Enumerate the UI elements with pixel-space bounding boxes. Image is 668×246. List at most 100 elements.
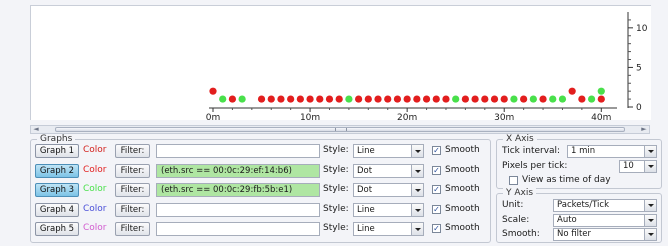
data-point [345,95,353,103]
filter-button[interactable]: Filter: [115,163,150,178]
io-graph-window: 0m 10m 20m 30m 40m 0 5 10 ◄ ► Graphs Graph 1 Co… [0,0,668,246]
scale-label: Scale: [502,215,530,225]
graph-color-label[interactable]: Color [83,184,107,194]
data-point [520,95,528,103]
style-select[interactable]: Dot [353,183,424,197]
plot-svg: 0m 10m 20m 30m 40m 0 5 10 [206,12,648,120]
filter-input[interactable] [156,144,320,158]
style-label: Style: [323,203,349,214]
smooth-label: Smooth [445,164,480,175]
filter-button[interactable]: Filter: [115,183,150,197]
filter-input[interactable] [156,222,320,236]
graph-color-label[interactable]: Color [83,145,107,155]
y-tick-label: 10 [636,24,648,34]
graph-color-label[interactable]: Color [83,204,107,214]
data-point [209,87,217,95]
data-point [510,95,518,103]
data-point [539,95,547,103]
data-point [597,87,605,95]
filter-input[interactable]: (eth.src == 00:0c:29:ef:14:b6) [156,163,320,178]
style-value: Line [357,224,375,234]
data-point [597,95,605,103]
data-point [432,95,440,103]
unit-select[interactable]: Packets/Tick [553,199,657,212]
graph-toggle-button[interactable]: Graph 3 [35,183,79,197]
x-tick-label: 20m [397,113,417,120]
view-as-time-checkbox[interactable] [509,176,518,185]
smooth-label: Smooth [445,184,480,194]
graph-toggle-button[interactable]: Graph 5 [35,222,79,236]
data-point [277,95,285,103]
data-point [578,95,586,103]
x-axis-group: X Axis Tick interval: 1 min Pixels per t… [496,134,662,189]
data-point [296,95,304,103]
unit-value: Packets/Tick [557,200,609,210]
scrollbar-thumb[interactable] [55,127,625,132]
filter-button[interactable]: Filter: [115,202,150,217]
chevron-down-icon [644,161,656,172]
scale-select[interactable]: Auto [553,214,657,227]
data-point [257,95,266,103]
graph-toggle-button[interactable]: Graph 1 [35,144,79,158]
graphs-group-title: Graphs [37,134,76,144]
smooth-label: Smooth [445,203,480,214]
data-point [452,95,460,103]
horizontal-scrollbar[interactable]: ◄ ► [30,125,650,134]
style-select[interactable]: Dot [353,163,424,178]
smooth-filter-select[interactable]: No filter [553,228,657,241]
style-label: Style: [323,164,349,175]
view-as-time-label: View as time of day [522,175,611,185]
pixels-per-tick-select[interactable]: 10 [619,160,657,173]
y-tick-label: 5 [636,63,642,73]
chevron-down-icon [411,203,423,216]
x-tick-label: 30m [494,113,514,120]
smooth-checkbox[interactable]: ✓ [432,185,441,194]
x-axis-group-title: X Axis [503,134,537,144]
data-point [228,95,237,103]
smooth-checkbox[interactable]: ✓ [432,146,441,155]
scroll-right-arrow-icon[interactable]: ► [639,126,649,133]
tick-interval-select[interactable]: 1 min [567,145,657,158]
style-select[interactable]: Line [353,202,424,217]
graph-toggle-button[interactable]: Graph 4 [35,202,79,217]
style-select[interactable]: Line [353,144,424,158]
data-point [316,95,324,103]
chevron-down-icon [411,145,423,157]
graph-color-label[interactable]: Color [83,165,107,175]
data-point [384,95,392,103]
data-point [568,87,576,95]
chevron-down-icon [644,215,656,226]
style-value: Line [357,146,375,156]
scale-value: Auto [557,215,577,225]
style-select[interactable]: Line [353,222,424,236]
data-point [393,95,402,103]
filter-button[interactable]: Filter: [115,222,150,236]
smooth-checkbox[interactable]: ✓ [432,224,441,233]
data-point [306,95,314,103]
smooth-filter-label: Smooth: [502,229,540,239]
style-value: Dot [357,165,373,176]
smooth-checkbox[interactable]: ✓ [432,204,441,214]
x-tick-label: 0m [206,113,221,120]
data-point [549,95,557,103]
style-label: Style: [323,223,349,233]
graph-toggle-button[interactable]: Graph 2 [35,163,79,178]
y-tick-label: 0 [636,103,642,113]
chevron-down-icon [644,229,656,240]
unit-label: Unit: [502,200,524,210]
data-point [471,95,479,103]
smooth-checkbox[interactable]: ✓ [432,165,441,175]
filter-input[interactable] [156,202,320,217]
filter-button[interactable]: Filter: [115,144,150,158]
x-tick-label: 40m [591,113,611,120]
scroll-left-arrow-icon[interactable]: ◄ [31,126,41,133]
graph-color-label[interactable]: Color [83,223,107,233]
filter-input[interactable]: (eth.src == 00:0c:29:fb:5b:e1) [156,183,320,197]
y-axis-group: Y Axis Unit: Packets/Tick Scale: Auto Sm… [496,188,662,243]
data-point [364,95,372,103]
style-label: Style: [323,145,349,155]
style-value: Line [357,204,375,215]
data-point [558,95,567,103]
x-tick-label: 10m [300,113,320,120]
data-point [490,95,499,103]
